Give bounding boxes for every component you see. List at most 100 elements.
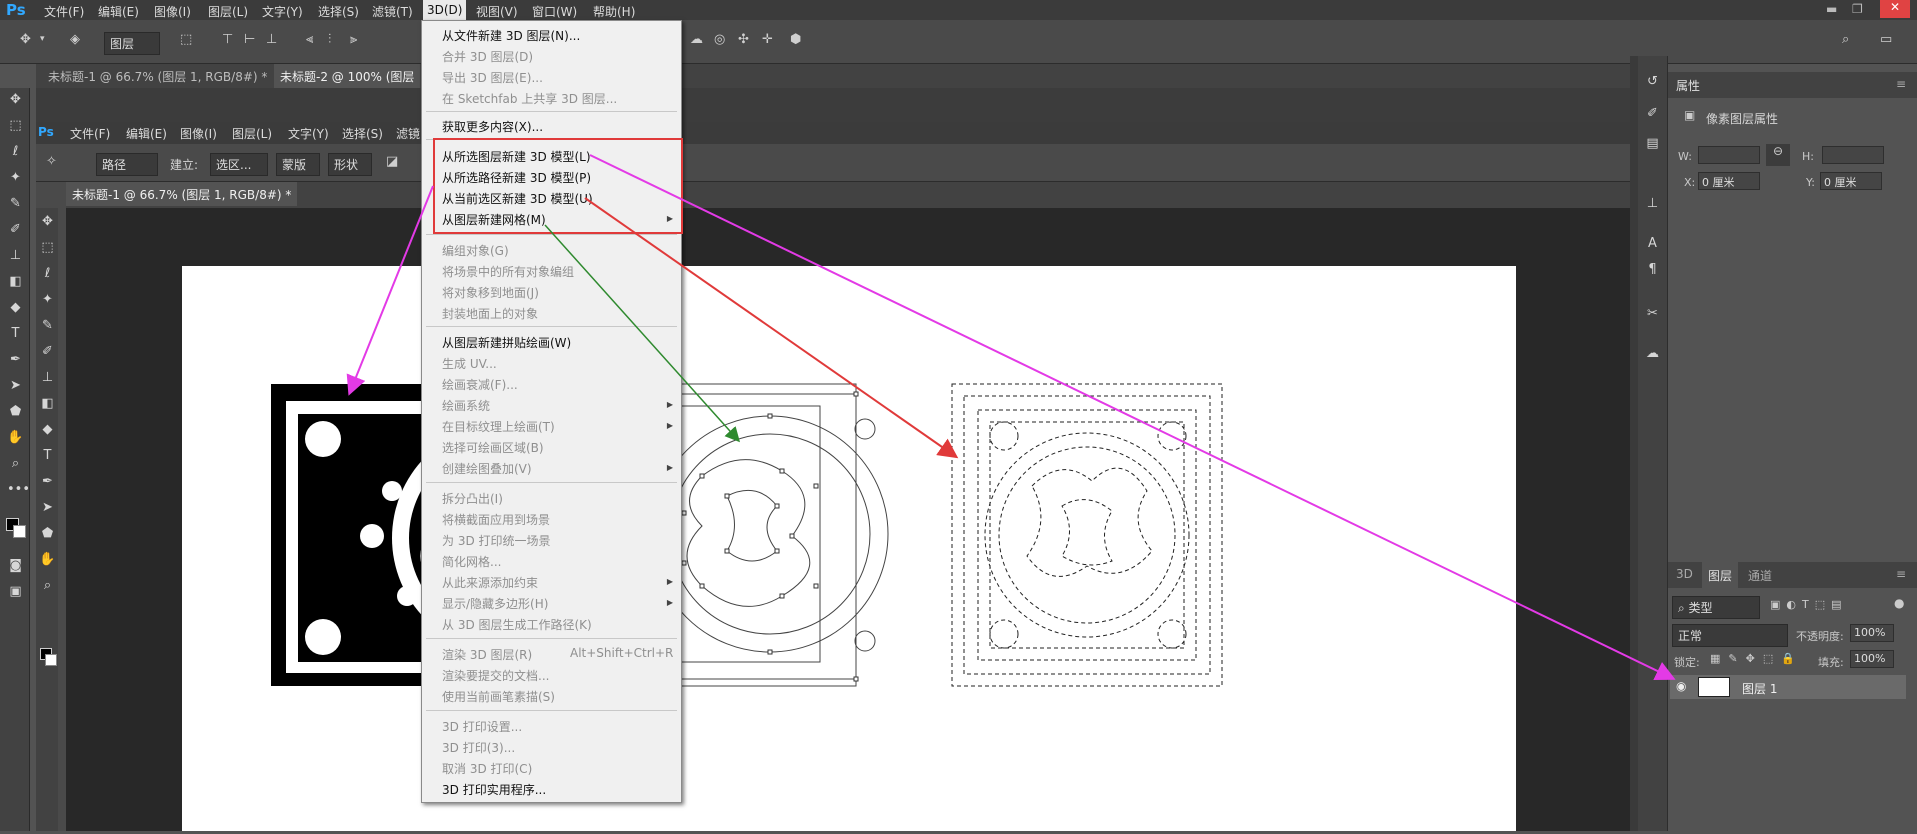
menu-help[interactable]: 帮助(H) <box>593 3 635 20</box>
inner-background-swatch[interactable] <box>45 654 57 666</box>
layers-menu-icon[interactable]: ≡ <box>1896 567 1906 581</box>
align-right-icon[interactable]: ⫸ <box>350 32 357 47</box>
inner-menu-layer[interactable]: 图层(L) <box>232 125 272 142</box>
path-select-tool-icon[interactable]: ✧ <box>46 154 57 169</box>
zoom-tool-icon[interactable]: ⌕ <box>7 456 24 471</box>
auto-select-dropdown[interactable]: 图层 <box>104 32 160 55</box>
path-operations-icon[interactable]: ◪ <box>386 154 398 169</box>
menu-item-simplify-mesh[interactable]: 简化网格... <box>442 553 501 570</box>
inner-menu-file[interactable]: 文件(F) <box>70 125 110 142</box>
x-field[interactable]: 0 厘米 <box>1698 172 1760 190</box>
menu-item-export-3d[interactable]: 导出 3D 图层(E)... <box>442 69 543 86</box>
menu-window[interactable]: 窗口(W) <box>532 3 577 20</box>
inner-menu-image[interactable]: 图像(I) <box>180 125 217 142</box>
menu-item-generate-uv[interactable]: 生成 UV... <box>442 355 497 372</box>
menu-item-merge-3d[interactable]: 合并 3D 图层(D) <box>442 48 533 65</box>
libraries-icon[interactable]: ☁ <box>1644 346 1661 361</box>
menu-item-print-settings[interactable]: 3D 打印设置... <box>442 718 522 735</box>
menu-item-paint-on-target[interactable]: 在目标纹理上绘画(T) <box>442 418 555 435</box>
inner-tab-document[interactable]: 未标题-1 @ 66.7% (图层 1, RGB/8#) * <box>66 182 298 206</box>
properties-title[interactable]: 属性 <box>1676 77 1700 94</box>
3d-scale-icon[interactable]: ⬢ <box>790 32 801 47</box>
menu-item-create-overlay[interactable]: 创建绘图叠加(V) <box>442 460 532 477</box>
paragraph-panel-icon[interactable]: ¶ <box>1644 262 1661 277</box>
inner-zoom-icon[interactable]: ⌕ <box>39 578 56 593</box>
menu-item-add-constraints[interactable]: 从此来源添加约束 <box>442 574 538 591</box>
eye-visibility-icon[interactable]: ◉ <box>1676 679 1686 693</box>
menu-item-sketchfab[interactable]: 在 Sketchfab 上共享 3D 图层... <box>442 90 617 107</box>
menu-item-3d-print[interactable]: 3D 打印(3)... <box>442 739 515 756</box>
magic-wand-icon[interactable]: ✦ <box>7 170 24 185</box>
inner-brush-icon[interactable]: ✐ <box>39 344 56 359</box>
inner-path-select-icon[interactable]: ➤ <box>39 500 56 515</box>
workspace-icon[interactable]: ▭ <box>1880 32 1892 47</box>
menu-item-print-utilities[interactable]: 3D 打印实用程序... <box>442 781 546 798</box>
opacity-field[interactable]: 100% <box>1850 624 1894 642</box>
y-field[interactable]: 0 厘米 <box>1820 172 1882 190</box>
document-canvas[interactable] <box>182 266 1516 831</box>
panel-collapse-strip[interactable] <box>1630 56 1638 831</box>
menu-filter[interactable]: 滤镜(T) <box>372 3 413 20</box>
align-top-icon[interactable]: ⊤ <box>222 32 233 47</box>
menu-item-tiled-painting[interactable]: 从图层新建拼贴绘画(W) <box>442 334 571 351</box>
inner-stamp-icon[interactable]: ⊥ <box>39 370 56 385</box>
menu-file[interactable]: 文件(F) <box>44 3 84 20</box>
eyedropper-icon[interactable]: ✎ <box>7 196 24 211</box>
quick-mask-icon[interactable]: ◙ <box>7 558 24 573</box>
menu-item-pack-ground[interactable]: 封装地面上的对象 <box>442 305 538 322</box>
inner-marquee-icon[interactable]: ⬚ <box>39 240 56 255</box>
lasso-tool-icon[interactable]: ℓ <box>7 144 24 159</box>
layer-name[interactable]: 图层 1 <box>1742 680 1777 697</box>
shape-button[interactable]: 形状 <box>328 153 372 176</box>
lock-icons[interactable]: ▦✎✥⬚🔒 <box>1710 652 1803 665</box>
inner-wand-icon[interactable]: ✦ <box>39 292 56 307</box>
tab-document-2[interactable]: 未标题-2 @ 100% (图层 <box>274 64 421 88</box>
inner-menu-filter[interactable]: 滤镜 <box>396 125 420 142</box>
minimize-icon[interactable]: ▬ <box>1826 2 1837 16</box>
align-hcenter-icon[interactable]: ⫶ <box>328 32 331 47</box>
character-panel-icon[interactable]: A <box>1644 236 1661 251</box>
layer-filter-dropdown[interactable]: ⌕ 类型 <box>1672 596 1760 619</box>
menu-item-cancel-print[interactable]: 取消 3D 打印(C) <box>442 760 532 777</box>
selection-button[interactable]: 选区... <box>210 153 268 176</box>
inner-shape-icon[interactable]: ⬟ <box>39 526 56 541</box>
inner-bucket-icon[interactable]: ◆ <box>39 422 56 437</box>
menu-item-render-document[interactable]: 渲染要提交的文档... <box>442 667 549 684</box>
screen-mode-icon[interactable]: ▣ <box>7 584 24 599</box>
menu-layer[interactable]: 图层(L) <box>208 3 248 20</box>
3d-drag-icon[interactable]: ✣ <box>738 32 749 47</box>
menu-item-apply-cross-section[interactable]: 将横截面应用到场景 <box>442 511 550 528</box>
inner-menu-select[interactable]: 选择(S) <box>342 125 383 142</box>
inner-lasso-icon[interactable]: ℓ <box>39 266 56 281</box>
transform-controls-icon[interactable]: ⬚ <box>180 32 192 47</box>
menu-3d[interactable]: 3D(D) <box>423 0 467 20</box>
menu-item-unify-scene[interactable]: 为 3D 打印统一场景 <box>442 532 551 549</box>
menu-item-sketch-brush[interactable]: 使用当前画笔素描(S) <box>442 688 555 705</box>
history-panel-icon[interactable]: ↺ <box>1644 74 1661 89</box>
marquee-tool-icon[interactable]: ⬚ <box>7 118 24 133</box>
menu-item-paint-system[interactable]: 绘画系统 <box>442 397 490 414</box>
inner-hand-icon[interactable]: ✋ <box>39 552 56 567</box>
3d-slide-icon[interactable]: ✛ <box>762 32 773 47</box>
menu-item-render-3d[interactable]: 渲染 3D 图层(R) Alt+Shift+Ctrl+R <box>442 646 673 663</box>
background-color-swatch[interactable] <box>13 525 26 538</box>
align-bottom-icon[interactable]: ⊥ <box>266 32 277 47</box>
panel-menu-icon[interactable]: ≡ <box>1896 77 1906 91</box>
inner-menu-edit[interactable]: 编辑(E) <box>126 125 167 142</box>
inner-eraser-icon[interactable]: ◧ <box>39 396 56 411</box>
path-select-icon[interactable]: ➤ <box>7 378 24 393</box>
menu-item-group-objects[interactable]: 编组对象(G) <box>442 242 509 259</box>
chevron-down-icon[interactable]: ▾ <box>40 34 45 44</box>
inner-eyedropper-icon[interactable]: ✎ <box>39 318 56 333</box>
brush-presets-icon[interactable]: ▤ <box>1644 136 1661 151</box>
height-field[interactable] <box>1822 146 1884 164</box>
menu-item-group-all[interactable]: 将场景中的所有对象编组 <box>442 263 574 280</box>
menu-item-work-path[interactable]: 从 3D 图层生成工作路径(K) <box>442 616 592 633</box>
menu-item-get-more[interactable]: 获取更多内容(X)... <box>442 118 543 135</box>
inner-move-tool-icon[interactable]: ✥ <box>39 214 56 229</box>
restore-icon[interactable]: ❐ <box>1852 2 1863 16</box>
filter-toggle-icon[interactable]: ● <box>1894 596 1904 610</box>
tab-layers[interactable]: 图层 <box>1702 562 1739 588</box>
inner-pen-icon[interactable]: ✒ <box>39 474 56 489</box>
link-icon[interactable]: ⊖ <box>1766 144 1790 166</box>
